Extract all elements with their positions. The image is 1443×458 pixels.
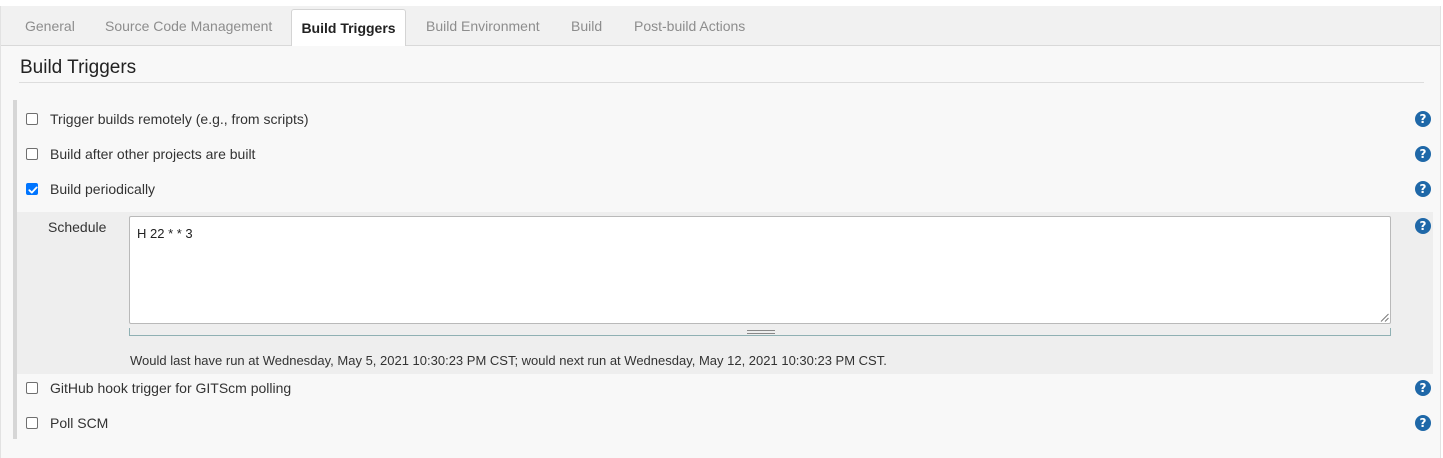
trigger-poll-scm-label[interactable]: Poll SCM <box>50 415 108 431</box>
tab-post-build-actions[interactable]: Post-build Actions <box>634 6 745 45</box>
trigger-row-poll-scm: Poll SCM ? <box>17 411 1433 437</box>
schedule-block: Schedule Would last have run at Wednesda… <box>17 212 1433 374</box>
help-icon[interactable]: ? <box>1415 380 1431 396</box>
trigger-after-other-projects-label[interactable]: Build after other projects are built <box>50 146 255 162</box>
trigger-row-remote: Trigger builds remotely (e.g., from scri… <box>17 107 1433 133</box>
trigger-after-other-projects-checkbox[interactable] <box>26 148 38 160</box>
trigger-remote-checkbox[interactable] <box>26 113 38 125</box>
job-config-panel: General Source Code Management Build Tri… <box>0 6 1441 458</box>
page: General Source Code Management Build Tri… <box>0 0 1443 458</box>
checkmark-icon <box>28 186 38 194</box>
trigger-row-after-other-projects: Build after other projects are built ? <box>17 142 1433 168</box>
trigger-row-github-hook: GitHub hook trigger for GITScm polling ? <box>17 376 1433 402</box>
tab-source-code-management[interactable]: Source Code Management <box>105 6 272 45</box>
tab-build-environment[interactable]: Build Environment <box>426 6 540 45</box>
tab-general[interactable]: General <box>25 6 75 45</box>
trigger-poll-scm-checkbox[interactable] <box>26 417 38 429</box>
schedule-run-info: Would last have run at Wednesday, May 5,… <box>130 353 887 368</box>
tab-build-triggers[interactable]: Build Triggers <box>291 9 406 46</box>
trigger-github-hook-checkbox[interactable] <box>26 382 38 394</box>
section-title: Build Triggers <box>20 57 137 78</box>
drag-grip-icon <box>747 330 775 334</box>
tab-build[interactable]: Build <box>571 6 602 45</box>
trigger-remote-label[interactable]: Trigger builds remotely (e.g., from scri… <box>50 111 309 127</box>
trigger-periodically-label[interactable]: Build periodically <box>50 181 155 197</box>
section-divider <box>19 82 1424 83</box>
help-icon[interactable]: ? <box>1415 218 1431 234</box>
help-icon[interactable]: ? <box>1415 415 1431 431</box>
config-tabbar: General Source Code Management Build Tri… <box>1 6 1440 46</box>
help-icon[interactable]: ? <box>1415 181 1431 197</box>
trigger-row-periodically: Build periodically ? <box>17 177 1433 203</box>
help-icon[interactable]: ? <box>1415 111 1431 127</box>
help-icon[interactable]: ? <box>1415 146 1431 162</box>
trigger-github-hook-label[interactable]: GitHub hook trigger for GITScm polling <box>50 380 291 396</box>
schedule-label: Schedule <box>48 219 107 235</box>
schedule-textarea[interactable] <box>129 216 1391 324</box>
trigger-periodically-checkbox[interactable] <box>26 183 38 195</box>
build-triggers-group: Trigger builds remotely (e.g., from scri… <box>13 100 1433 439</box>
textarea-expand-handle[interactable] <box>129 328 1391 336</box>
